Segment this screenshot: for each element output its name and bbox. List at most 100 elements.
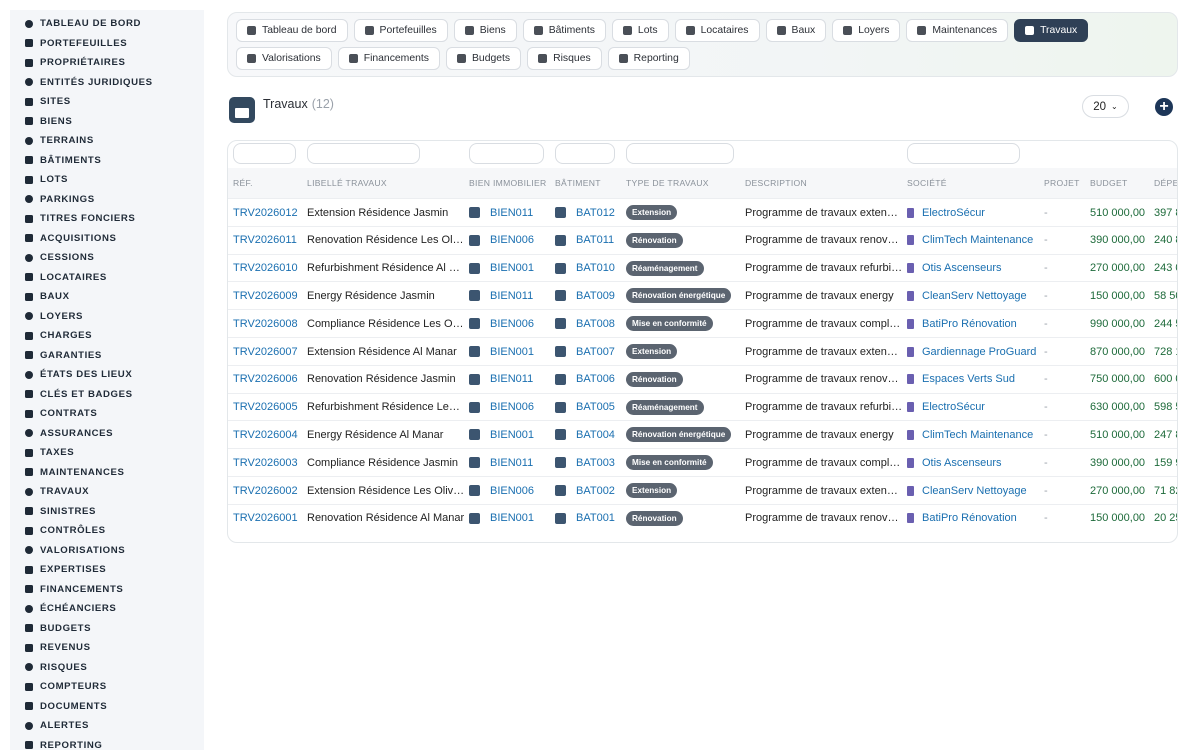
- bat-link[interactable]: BAT003: [576, 457, 615, 469]
- sidebar-item[interactable]: CHARGES: [10, 326, 204, 346]
- company-link[interactable]: BatiPro Rénovation: [922, 318, 1017, 330]
- cell-ref[interactable]: TRV2026001: [233, 505, 303, 532]
- column-header[interactable]: DESCRIPTION: [745, 168, 807, 198]
- add-button[interactable]: +: [1155, 98, 1173, 116]
- bat-link[interactable]: BAT002: [576, 485, 615, 497]
- sidebar-item[interactable]: PORTEFEUILLES: [10, 34, 204, 54]
- column-header[interactable]: LIBELLÉ TRAVAUX: [307, 168, 387, 198]
- bien-link[interactable]: BIEN006: [490, 318, 534, 330]
- bat-link[interactable]: BAT012: [576, 207, 615, 219]
- sidebar-item[interactable]: ÉTATS DES LIEUX: [10, 365, 204, 385]
- cell-ref[interactable]: TRV2026003: [233, 449, 303, 476]
- cell-soc[interactable]: ElectroSécur: [907, 199, 1039, 226]
- table-row[interactable]: TRV2026003Compliance Résidence JasminBIE…: [228, 448, 1177, 476]
- column-header[interactable]: RÉF.: [233, 168, 253, 198]
- cell-soc[interactable]: BatiPro Rénovation: [907, 310, 1039, 337]
- filter-ref-input[interactable]: [233, 143, 296, 164]
- cell-bien[interactable]: BIEN011: [469, 282, 549, 309]
- cell-bien[interactable]: BIEN001: [469, 338, 549, 365]
- company-link[interactable]: Gardiennage ProGuard: [922, 346, 1036, 358]
- bien-link[interactable]: BIEN006: [490, 234, 534, 246]
- table-row[interactable]: TRV2026007Extension Résidence Al ManarBI…: [228, 337, 1177, 365]
- sidebar-item[interactable]: EXPERTISES: [10, 560, 204, 580]
- table-row[interactable]: TRV2026009Energy Résidence JasminBIEN011…: [228, 281, 1177, 309]
- bien-link[interactable]: BIEN001: [490, 429, 534, 441]
- cell-bat[interactable]: BAT007: [555, 338, 620, 365]
- filter-label-input[interactable]: [307, 143, 420, 164]
- bien-link[interactable]: BIEN001: [490, 512, 534, 524]
- column-header[interactable]: PROJET: [1044, 168, 1080, 198]
- tab-portefeuilles[interactable]: Portefeuilles: [354, 19, 448, 42]
- tab-valorisations[interactable]: Valorisations: [236, 47, 332, 70]
- tab-financements[interactable]: Financements: [338, 47, 440, 70]
- cell-soc[interactable]: CleanServ Nettoyage: [907, 282, 1039, 309]
- sidebar-item[interactable]: CONTRÔLES: [10, 521, 204, 541]
- sidebar-item[interactable]: LOTS: [10, 170, 204, 190]
- tab-loyers[interactable]: Loyers: [832, 19, 900, 42]
- sidebar-item[interactable]: TABLEAU DE BORD: [10, 14, 204, 34]
- table-row[interactable]: TRV2026005Refurbishment Résidence Le…BIE…: [228, 393, 1177, 421]
- table-row[interactable]: TRV2026001Renovation Résidence Al ManarB…: [228, 504, 1177, 532]
- sidebar-item[interactable]: TAXES: [10, 443, 204, 463]
- cell-ref[interactable]: TRV2026009: [233, 282, 303, 309]
- cell-bat[interactable]: BAT010: [555, 255, 620, 282]
- cell-ref[interactable]: TRV2026010: [233, 255, 303, 282]
- cell-soc[interactable]: BatiPro Rénovation: [907, 505, 1039, 532]
- bien-link[interactable]: BIEN011: [490, 373, 533, 385]
- sidebar-item[interactable]: CESSIONS: [10, 248, 204, 268]
- cell-bien[interactable]: BIEN001: [469, 505, 549, 532]
- column-header[interactable]: SOCIÉTÉ: [907, 168, 947, 198]
- cell-bat[interactable]: BAT002: [555, 477, 620, 504]
- cell-ref[interactable]: TRV2026008: [233, 310, 303, 337]
- cell-ref[interactable]: TRV2026005: [233, 394, 303, 421]
- per-page-select[interactable]: 20⌄: [1082, 95, 1129, 118]
- company-link[interactable]: BatiPro Rénovation: [922, 512, 1017, 524]
- cell-bat[interactable]: BAT011: [555, 227, 620, 254]
- table-row[interactable]: TRV2026008Compliance Résidence Les O…BIE…: [228, 309, 1177, 337]
- bat-link[interactable]: BAT004: [576, 429, 615, 441]
- tab-travaux[interactable]: Travaux: [1014, 19, 1088, 42]
- cell-ref[interactable]: TRV2026004: [233, 421, 303, 448]
- table-row[interactable]: TRV2026012Extension Résidence JasminBIEN…: [228, 198, 1177, 226]
- bien-link[interactable]: BIEN011: [490, 207, 533, 219]
- column-header[interactable]: TYPE DE TRAVAUX: [626, 168, 709, 198]
- sidebar-item[interactable]: FINANCEMENTS: [10, 580, 204, 600]
- bien-link[interactable]: BIEN011: [490, 457, 533, 469]
- table-row[interactable]: TRV2026002Extension Résidence Les Oliv…B…: [228, 476, 1177, 504]
- bat-link[interactable]: BAT010: [576, 262, 615, 274]
- bat-link[interactable]: BAT011: [576, 234, 614, 246]
- sidebar-item[interactable]: REVENUS: [10, 638, 204, 658]
- sidebar-item[interactable]: TITRES FONCIERS: [10, 209, 204, 229]
- cell-bat[interactable]: BAT008: [555, 310, 620, 337]
- sidebar-item[interactable]: LOCATAIRES: [10, 268, 204, 288]
- cell-bat[interactable]: BAT009: [555, 282, 620, 309]
- sidebar-item[interactable]: TERRAINS: [10, 131, 204, 151]
- sidebar-item[interactable]: ENTITÉS JURIDIQUES: [10, 73, 204, 93]
- cell-bat[interactable]: BAT005: [555, 394, 620, 421]
- sidebar-item[interactable]: GARANTIES: [10, 346, 204, 366]
- sidebar-item[interactable]: BUDGETS: [10, 619, 204, 639]
- cell-ref[interactable]: TRV2026002: [233, 477, 303, 504]
- cell-bat[interactable]: BAT003: [555, 449, 620, 476]
- cell-ref[interactable]: TRV2026012: [233, 199, 303, 226]
- column-header[interactable]: BIEN IMMOBILIER: [469, 168, 547, 198]
- cell-bien[interactable]: BIEN006: [469, 394, 549, 421]
- sidebar-item[interactable]: VALORISATIONS: [10, 541, 204, 561]
- bat-link[interactable]: BAT007: [576, 346, 615, 358]
- sidebar-item[interactable]: CLÉS ET BADGES: [10, 385, 204, 405]
- sidebar-item[interactable]: PARKINGS: [10, 190, 204, 210]
- company-link[interactable]: ClimTech Maintenance: [922, 429, 1033, 441]
- sidebar-item[interactable]: BÂTIMENTS: [10, 151, 204, 171]
- cell-bien[interactable]: BIEN001: [469, 421, 549, 448]
- tab-locataires[interactable]: Locataires: [675, 19, 760, 42]
- sidebar-item[interactable]: MAINTENANCES: [10, 463, 204, 483]
- company-link[interactable]: ElectroSécur: [922, 401, 985, 413]
- tab-b-timents[interactable]: Bâtiments: [523, 19, 606, 42]
- cell-bien[interactable]: BIEN011: [469, 449, 549, 476]
- column-header[interactable]: BUDGET: [1090, 168, 1128, 198]
- filter-bien-input[interactable]: [469, 143, 544, 164]
- filter-societe-input[interactable]: [907, 143, 1020, 164]
- bien-link[interactable]: BIEN001: [490, 262, 534, 274]
- cell-bien[interactable]: BIEN006: [469, 310, 549, 337]
- cell-soc[interactable]: Espaces Verts Sud: [907, 366, 1039, 393]
